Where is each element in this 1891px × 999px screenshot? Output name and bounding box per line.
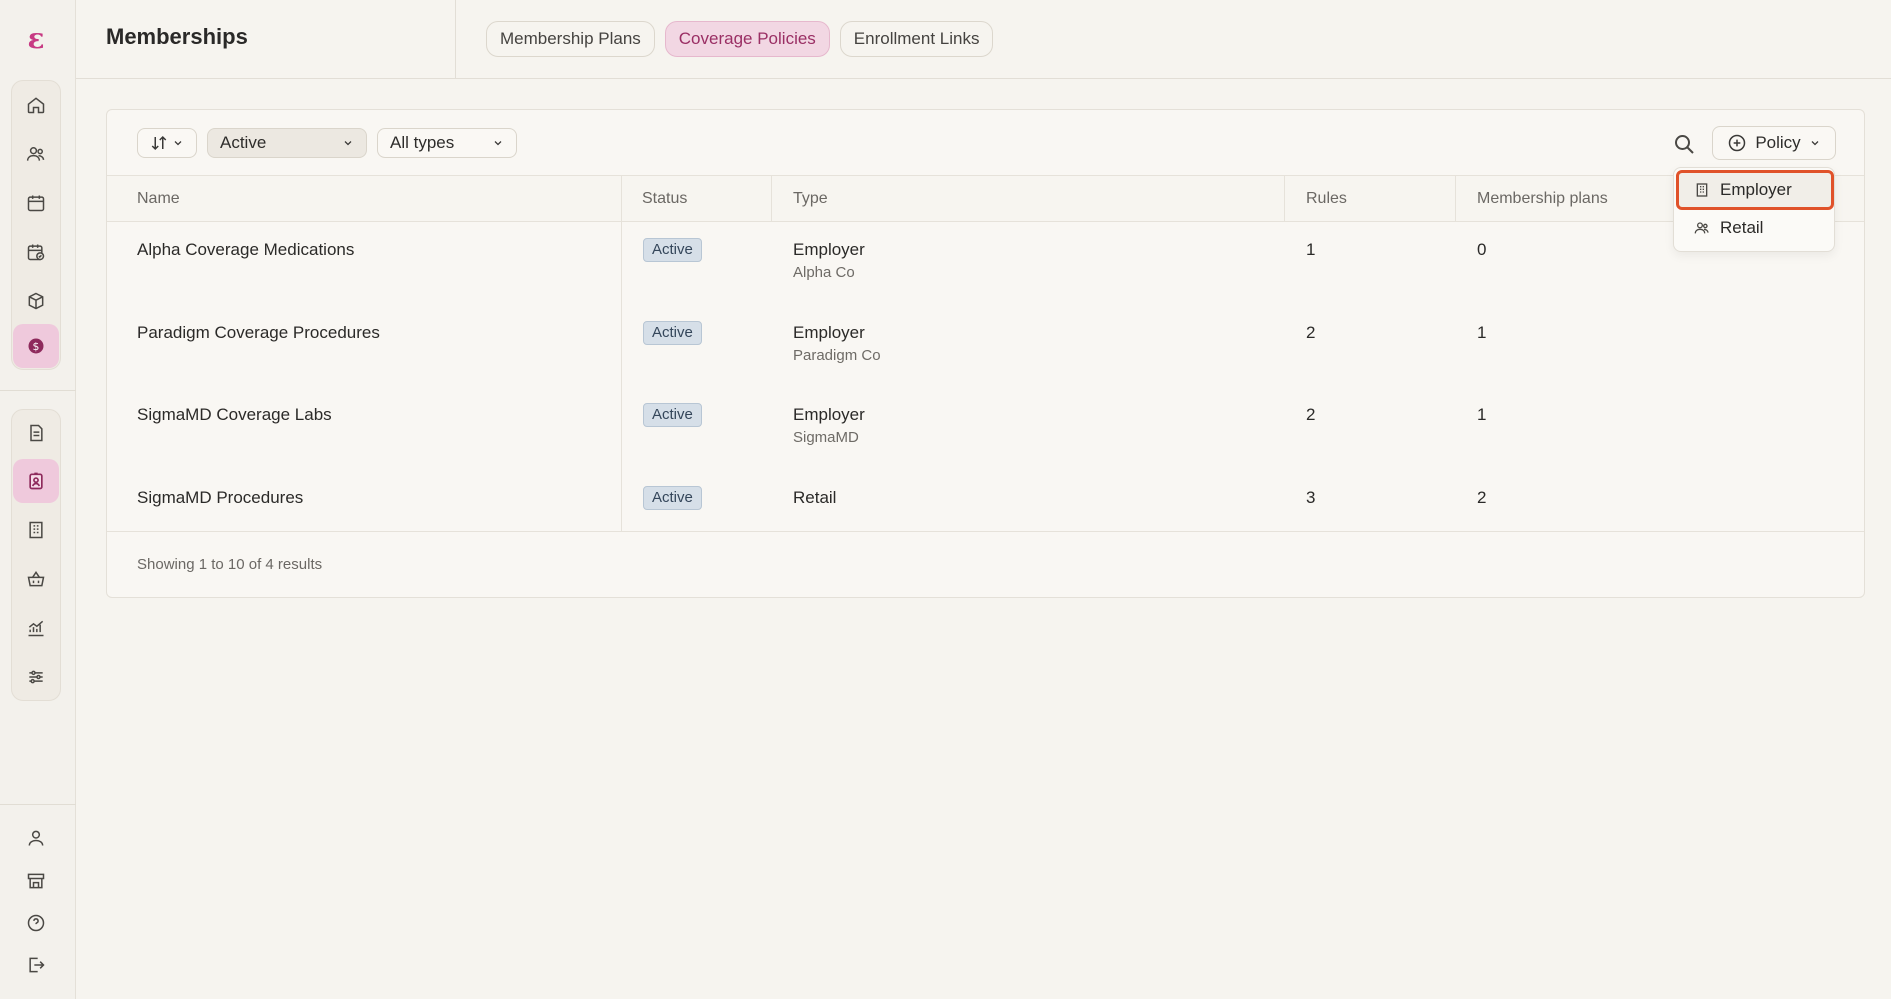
policy-type-dropdown: Employer Retail — [1673, 167, 1835, 252]
nav-group-primary: $ — [11, 80, 61, 370]
chevron-down-icon — [174, 141, 182, 146]
chart-icon[interactable] — [13, 606, 59, 650]
table-row[interactable]: SigmaMD Procedures Active Retail 3 2 — [107, 470, 1864, 531]
column-header-rules[interactable]: Rules — [1306, 190, 1347, 208]
status-badge: Active — [643, 403, 702, 427]
users-icon[interactable] — [13, 132, 59, 176]
tab-bar: Membership Plans Coverage Policies Enrol… — [486, 21, 994, 57]
store-icon[interactable] — [25, 870, 47, 892]
svg-text:$: $ — [33, 340, 40, 353]
sliders-icon[interactable] — [13, 655, 59, 699]
status-badge: Active — [643, 238, 702, 262]
document-icon[interactable] — [13, 411, 59, 455]
table-row[interactable]: SigmaMD Coverage Labs Active Employer Si… — [107, 387, 1864, 469]
column-divider — [1284, 175, 1285, 222]
logout-icon[interactable] — [25, 954, 47, 976]
rules-count: 3 — [1306, 488, 1316, 507]
table-row[interactable]: Alpha Coverage Medications Active Employ… — [107, 222, 1864, 304]
building-icon — [1696, 183, 1708, 197]
policy-type: Retail — [793, 488, 837, 507]
building-icon[interactable] — [13, 508, 59, 552]
badge-id-icon[interactable] — [13, 459, 59, 503]
tab-membership-plans[interactable]: Membership Plans — [486, 21, 655, 57]
page-title: Memberships — [106, 24, 248, 49]
sidebar-divider — [0, 804, 76, 805]
calendar-check-icon[interactable] — [13, 230, 59, 274]
policy-name[interactable]: Alpha Coverage Medications — [137, 240, 354, 260]
tab-enrollment-links[interactable]: Enrollment Links — [839, 21, 994, 57]
add-policy-label: Policy — [1755, 133, 1801, 152]
add-policy-button[interactable]: Policy — [1712, 126, 1836, 160]
filter-toolbar: Active All types — [137, 128, 517, 158]
menu-item-label: Employer — [1720, 180, 1792, 199]
package-icon[interactable] — [13, 279, 59, 323]
status-badge: Active — [643, 486, 702, 510]
policy-type: Employer — [793, 323, 865, 342]
table-row[interactable]: Paradigm Coverage Procedures Active Empl… — [107, 305, 1864, 387]
users-icon — [1694, 222, 1709, 234]
column-header-name[interactable]: Name — [137, 190, 180, 208]
menu-item-label: Retail — [1720, 218, 1764, 237]
chevron-down-icon — [494, 141, 502, 146]
type-filter-select[interactable]: All types — [377, 128, 517, 158]
sort-icon — [151, 135, 167, 151]
tab-coverage-policies[interactable]: Coverage Policies — [664, 21, 830, 57]
plans-count: 1 — [1477, 323, 1487, 342]
help-icon[interactable] — [25, 912, 47, 934]
home-icon[interactable] — [13, 83, 59, 127]
sidebar: ε $ — [0, 0, 76, 999]
chevron-down-icon — [1811, 141, 1819, 146]
sidebar-divider — [0, 390, 76, 391]
column-header-membership-plans[interactable]: Membership plans — [1477, 190, 1608, 208]
header-divider — [455, 0, 456, 79]
sort-button[interactable] — [137, 128, 197, 158]
policy-org: Paradigm Co — [793, 347, 881, 364]
policy-name[interactable]: SigmaMD Procedures — [137, 488, 303, 508]
rules-count: 2 — [1306, 405, 1316, 424]
status-filter-value: Active — [220, 133, 267, 152]
pagination-summary: Showing 1 to 10 of 4 results — [137, 556, 323, 573]
rules-count: 1 — [1306, 240, 1316, 259]
type-filter-value: All types — [390, 133, 455, 152]
nav-group-secondary — [11, 409, 61, 701]
policy-org: SigmaMD — [793, 429, 859, 446]
user-icon[interactable] — [25, 827, 47, 849]
chevron-down-icon — [344, 141, 352, 146]
page-header: Memberships Membership Plans Coverage Po… — [76, 0, 1891, 79]
dollar-circle-icon[interactable]: $ — [13, 324, 59, 368]
menu-item-retail[interactable]: Retail — [1676, 208, 1834, 248]
plans-count: 2 — [1477, 488, 1487, 507]
rules-count: 2 — [1306, 323, 1316, 342]
policy-name[interactable]: Paradigm Coverage Procedures — [137, 323, 380, 343]
policy-type: Employer — [793, 240, 865, 259]
policy-org: Alpha Co — [793, 264, 855, 281]
basket-icon[interactable] — [13, 557, 59, 601]
column-divider — [771, 175, 772, 222]
brand-logo[interactable]: ε — [22, 24, 50, 54]
column-header-status[interactable]: Status — [642, 190, 687, 208]
policy-type: Employer — [793, 405, 865, 424]
column-header-type[interactable]: Type — [793, 190, 828, 208]
plans-count: 0 — [1477, 240, 1487, 259]
calendar-icon[interactable] — [13, 181, 59, 225]
table-footer-divider — [107, 531, 1864, 532]
column-divider — [1455, 175, 1456, 222]
menu-item-employer[interactable]: Employer — [1676, 170, 1834, 210]
policies-card: Active All types Policy Name Status Type… — [106, 109, 1865, 598]
plans-count: 1 — [1477, 405, 1487, 424]
status-badge: Active — [643, 321, 702, 345]
table-header: Name Status Type Rules Membership plans — [107, 175, 1864, 222]
search-icon[interactable] — [1672, 132, 1696, 156]
status-filter-select[interactable]: Active — [207, 128, 367, 158]
policy-name[interactable]: SigmaMD Coverage Labs — [137, 405, 332, 425]
plus-circle-icon — [1729, 134, 1746, 152]
